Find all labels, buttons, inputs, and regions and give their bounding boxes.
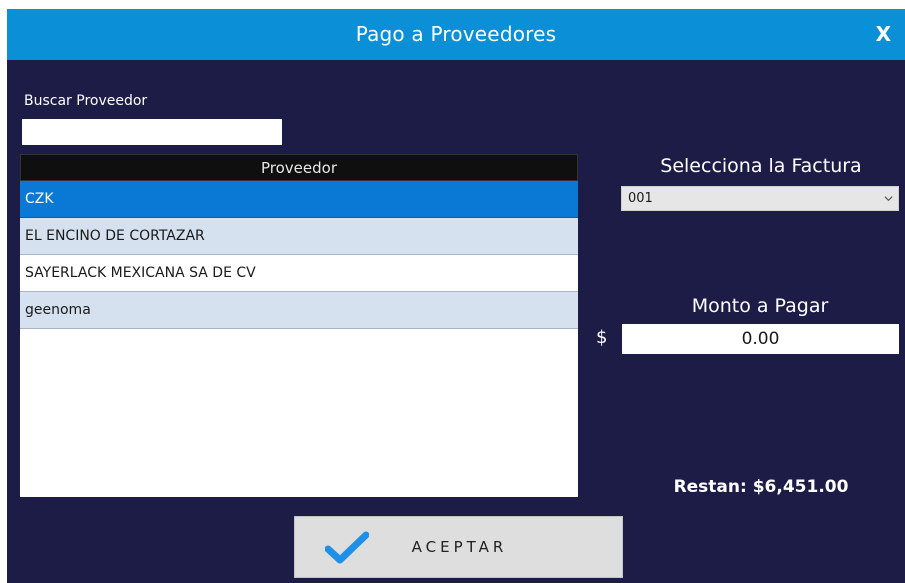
currency-symbol: $	[596, 327, 608, 348]
invoice-select[interactable]: 001	[621, 186, 899, 211]
invoice-label: Selecciona la Factura	[660, 155, 862, 177]
chevron-down-icon	[884, 196, 893, 202]
search-input[interactable]	[22, 119, 282, 145]
table-row[interactable]: CZK	[20, 181, 578, 218]
amount-label: Monto a Pagar	[691, 295, 829, 317]
payment-dialog: Pago a Proveedores X Buscar Proveedor Pr…	[7, 9, 905, 583]
accept-button[interactable]: ACEPTAR	[294, 516, 623, 578]
table-row[interactable]: EL ENCINO DE CORTAZAR	[20, 218, 578, 255]
invoice-select-value: 001	[628, 191, 653, 206]
remaining-amount: Restan: $6,451.00	[673, 477, 849, 497]
accept-button-label: ACEPTAR	[411, 538, 508, 556]
title-bar: Pago a Proveedores X	[7, 9, 905, 60]
table-row[interactable]: geenoma	[20, 292, 578, 329]
search-label: Buscar Proveedor	[24, 93, 148, 109]
table-row[interactable]: SAYERLACK MEXICANA SA DE CV	[20, 255, 578, 292]
grid-header-proveedor[interactable]: Proveedor	[20, 154, 578, 181]
window-title: Pago a Proveedores	[355, 22, 557, 46]
amount-input[interactable]	[622, 324, 899, 354]
close-button[interactable]: X	[876, 9, 891, 60]
supplier-grid: Proveedor CZK EL ENCINO DE CORTAZAR SAYE…	[20, 154, 578, 497]
